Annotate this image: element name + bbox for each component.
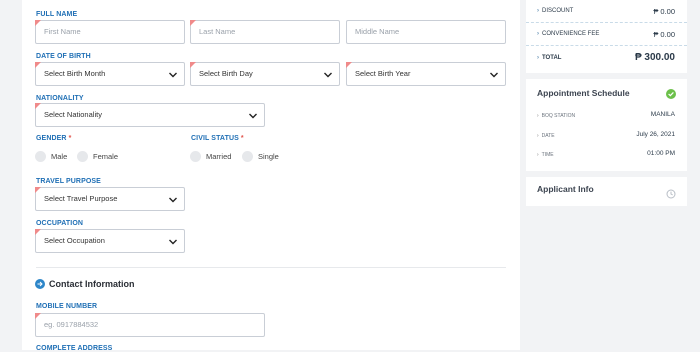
occupation-label: OCCUPATION (36, 220, 84, 227)
date-value: July 26, 2021 (636, 131, 675, 138)
occupation-value: Select Occupation (44, 236, 105, 245)
full-name-label: FULL NAME (36, 11, 78, 18)
schedule-row-time: › TIME 01:00 PM (537, 150, 675, 158)
applicant-info-title: Applicant Info (537, 184, 594, 194)
mobile-number-label: MOBILE NUMBER (36, 303, 98, 310)
occupation-select[interactable]: Select Occupation (35, 229, 185, 253)
travel-purpose-select[interactable]: Select Travel Purpose (35, 187, 185, 211)
chevron-down-icon (323, 70, 333, 80)
required-mark: * (68, 135, 72, 142)
birth-year-select[interactable]: Select Birth Year (346, 62, 506, 86)
chevron-down-icon (168, 195, 178, 205)
travel-purpose-value: Select Travel Purpose (44, 194, 118, 203)
nationality-label: NATIONALITY (36, 95, 84, 102)
appointment-schedule-title: Appointment Schedule (537, 88, 630, 98)
schedule-row-station: › BOQ STATION MANILA (537, 111, 675, 119)
schedule-row-date: › DATE July 26, 2021 (537, 131, 675, 139)
nationality-select[interactable]: Select Nationality (35, 103, 265, 127)
gender-label: GENDER * (36, 135, 72, 142)
birth-month-select[interactable]: Select Birth Month (35, 62, 185, 86)
travel-purpose-label: TRAVEL PURPOSE (36, 178, 101, 185)
discount-value: ₱ 0.00 (653, 7, 675, 16)
chevron-down-icon (489, 70, 499, 80)
total-value: ₱ 300.00 (634, 52, 675, 63)
contact-information-heading: Contact Information (49, 279, 135, 289)
last-name-field[interactable]: Last Name (190, 20, 340, 44)
gender-female-label: Female (93, 152, 119, 161)
chevron-down-icon (168, 70, 178, 80)
middle-name-field[interactable]: Middle Name (346, 20, 506, 44)
birth-year-value: Select Birth Year (355, 69, 411, 78)
payment-summary-card: › DISCOUNT ₱ 0.00 › CONVENIENCE FEE ₱ 0.00… (526, 0, 687, 73)
civil-married-label: Married (206, 152, 232, 161)
nationality-value: Select Nationality (44, 110, 102, 119)
mobile-number-field[interactable]: eg. 0917884532 (35, 313, 265, 337)
chevron-down-icon (168, 237, 178, 247)
time-value: 01:00 PM (647, 150, 675, 157)
middle-name-placeholder: Middle Name (355, 27, 400, 36)
first-name-placeholder: First Name (44, 27, 81, 36)
gender-female-radio[interactable] (77, 151, 88, 162)
civil-status-label: CIVIL STATUS * (191, 135, 244, 142)
first-name-field[interactable]: First Name (35, 20, 185, 44)
mobile-number-placeholder: eg. 0917884532 (44, 320, 99, 329)
birth-day-value: Select Birth Day (199, 69, 253, 78)
convenience-fee-value: ₱ 0.00 (653, 30, 675, 39)
birth-day-select[interactable]: Select Birth Day (190, 62, 340, 86)
civil-married-radio[interactable] (190, 151, 201, 162)
application-form (22, 0, 520, 350)
complete-address-label: COMPLETE ADDRESS (36, 345, 113, 352)
gender-male-label: Male (51, 152, 68, 161)
chevron-down-icon (248, 111, 258, 121)
arrow-right-circle-icon (35, 279, 45, 289)
civil-single-label: Single (258, 152, 279, 161)
summary-row-discount: › DISCOUNT ₱ 0.00 (526, 0, 687, 23)
clock-icon (666, 186, 676, 199)
civil-single-radio[interactable] (242, 151, 253, 162)
date-of-birth-label: DATE OF BIRTH (36, 53, 91, 60)
gender-male-radio[interactable] (35, 151, 46, 162)
station-value: MANILA (650, 111, 675, 118)
section-divider (36, 267, 506, 268)
summary-row-total: › TOTAL ₱ 300.00 (537, 52, 675, 63)
last-name-placeholder: Last Name (199, 27, 236, 36)
birth-month-value: Select Birth Month (44, 69, 106, 78)
required-mark: * (240, 135, 244, 142)
check-circle-icon (666, 89, 676, 99)
summary-row-convenience-fee: › CONVENIENCE FEE ₱ 0.00 (526, 23, 687, 46)
